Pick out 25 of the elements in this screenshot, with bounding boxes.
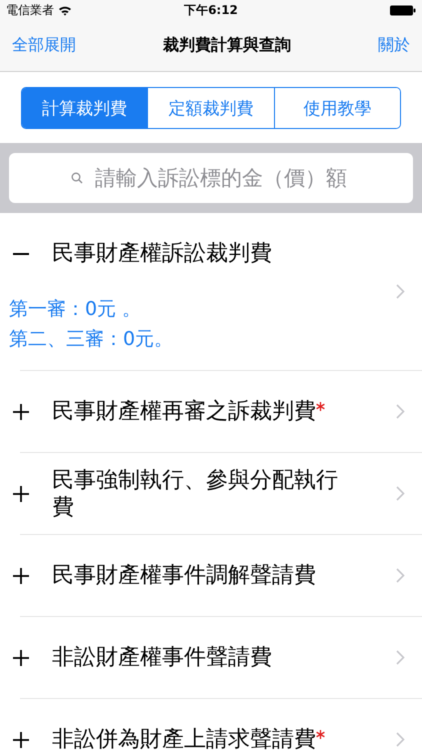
segment-tab[interactable]: 計算裁判費	[22, 88, 148, 128]
item-title: 民事強制執行、參與分配執行費	[52, 466, 339, 520]
chevron-icon	[396, 284, 405, 299]
chevron-icon	[396, 650, 405, 665]
status-time: 下午6:12	[184, 2, 238, 18]
item-title: 非訟併為財產上請求聲請費	[52, 726, 316, 750]
chevron-icon	[396, 732, 405, 747]
segment-tab[interactable]: 使用教學	[274, 88, 400, 128]
expand-all-button[interactable]: 全部展開	[12, 35, 76, 56]
chevron-icon	[396, 486, 405, 501]
about-button[interactable]: 關於	[378, 35, 410, 56]
chevron-icon	[396, 568, 405, 583]
nav-title: 裁判費計算與查詢	[163, 35, 291, 56]
search-field[interactable]: 請輸入訴訟標的金（價）額	[9, 153, 413, 203]
item-title: 民事財產權事件調解聲請費	[52, 562, 316, 589]
chevron-icon	[396, 404, 405, 419]
item-title: 非訟財產權事件聲請費	[52, 644, 272, 671]
wifi-icon	[58, 4, 72, 16]
fee-result: 第二、三審：0元。	[9, 327, 174, 352]
search-icon	[71, 172, 83, 184]
fee-result: 第一審：0元 。	[9, 297, 142, 322]
battery-icon	[390, 4, 416, 16]
item-title: 民事財產權再審之訴裁判費	[52, 398, 316, 425]
item-title: 民事財產權訴訟裁判費	[52, 240, 272, 267]
carrier-name: 電信業者	[6, 2, 54, 18]
